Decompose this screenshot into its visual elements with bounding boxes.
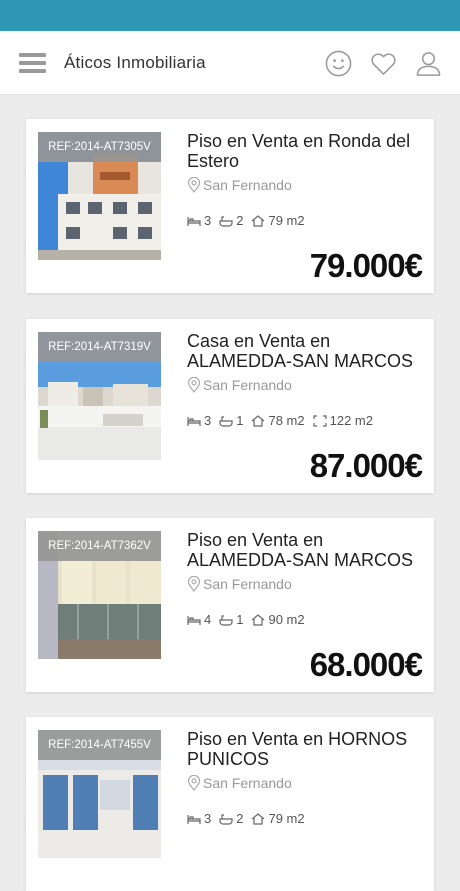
listing-card[interactable]: REF:2014-AT7319V Casa en Venta en ALAMED… [26,319,434,493]
app-title: Áticos Inmobiliaria [64,52,206,72]
listing-features: 3 2 79 m2 [187,811,305,826]
plot-area: 122 m2 [329,413,373,428]
bathrooms-count: 2 [236,811,244,826]
location-pin-icon [187,576,201,592]
listing-title[interactable]: Piso en Venta en HORNOS PUNICOS [187,729,422,769]
bedrooms-count: 3 [204,213,212,228]
listing-location: San Fernando [187,177,422,193]
built-area: 79 m2 [268,811,305,826]
bedrooms-count: 3 [204,811,212,826]
location-text: San Fernando [203,377,292,393]
bed-icon [187,216,201,226]
listing-photo[interactable]: REF:2014-AT7305V [38,132,161,260]
bath-icon [219,614,233,626]
status-bar [0,0,460,31]
heart-icon[interactable] [368,48,399,79]
listing-photo[interactable]: REF:2014-AT7319V [38,332,161,460]
listing-card[interactable]: REF:2014-AT7305V Piso en Venta en Ronda … [26,119,434,293]
listing-card[interactable]: REF:2014-AT7362V Piso en Venta en ALAMED… [26,518,434,692]
bed-icon [187,615,201,625]
bed-icon [187,814,201,824]
house-area-icon [252,812,265,825]
bedrooms-count: 3 [204,413,212,428]
listing-photo[interactable]: REF:2014-AT7455V [38,730,161,858]
location-text: San Fernando [203,576,292,592]
house-area-icon [252,414,265,427]
built-area: 78 m2 [268,413,305,428]
location-pin-icon [187,177,201,193]
plot-area-icon [313,414,327,427]
listing-card[interactable]: REF:2014-AT7455V Piso en Venta en HORNOS… [26,717,434,891]
listing-price: 87.000€ [309,447,423,484]
reference-badge: REF:2014-AT7319V [38,332,161,362]
location-text: San Fernando [203,775,292,791]
bath-icon [219,215,233,227]
listing-price: 79.000€ [309,247,423,284]
bath-icon [219,813,233,825]
built-area: 79 m2 [268,213,305,228]
reference-badge: REF:2014-AT7362V [38,531,161,561]
listing-features: 3 1 78 m2 122 m2 [187,413,373,428]
smiley-icon[interactable] [323,48,354,79]
bathrooms-count: 1 [236,413,244,428]
bed-icon [187,416,201,426]
house-area-icon [252,613,265,626]
app-header: Áticos Inmobiliaria [0,31,460,95]
listing-title[interactable]: Piso en Venta en ALAMEDDA-SAN MARCOS [187,530,422,570]
listing-location: San Fernando [187,576,422,592]
listing-title[interactable]: Piso en Venta en Ronda del Estero [187,131,422,171]
bath-icon [219,415,233,427]
user-icon[interactable] [413,48,444,79]
bathrooms-count: 1 [236,612,244,627]
listing-photo[interactable]: REF:2014-AT7362V [38,531,161,659]
location-text: San Fernando [203,177,292,193]
reference-badge: REF:2014-AT7305V [38,132,161,162]
listing-title[interactable]: Casa en Venta en ALAMEDDA-SAN MARCOS [187,331,422,371]
listing-location: San Fernando [187,775,422,791]
location-pin-icon [187,377,201,393]
menu-icon[interactable] [0,31,64,95]
house-area-icon [252,214,265,227]
listing-price: 68.000€ [309,646,423,683]
bathrooms-count: 2 [236,213,244,228]
reference-badge: REF:2014-AT7455V [38,730,161,760]
location-pin-icon [187,775,201,791]
built-area: 90 m2 [268,612,305,627]
listing-location: San Fernando [187,377,422,393]
bedrooms-count: 4 [204,612,212,627]
listing-features: 3 2 79 m2 [187,213,305,228]
listing-features: 4 1 90 m2 [187,612,305,627]
